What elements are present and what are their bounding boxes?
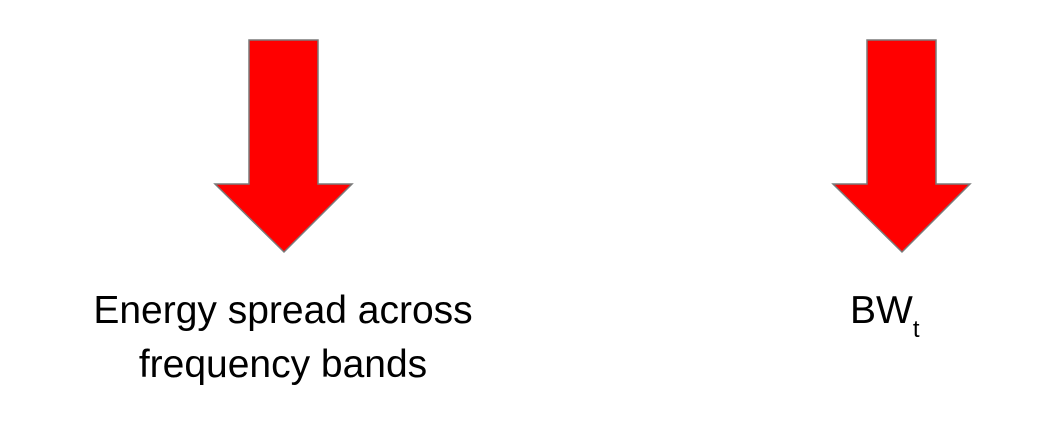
bandwidth-label: BWt bbox=[850, 284, 960, 343]
energy-spread-caption: Energy spread across frequency bands bbox=[83, 284, 483, 392]
right-arrow-shape bbox=[831, 39, 972, 254]
left-down-arrow-icon bbox=[213, 39, 354, 254]
left-arrow-shape bbox=[213, 39, 354, 254]
caption-line-2: frequency bands bbox=[138, 343, 428, 386]
right-down-arrow-icon bbox=[831, 39, 972, 254]
caption-line-1: Energy spread across bbox=[93, 289, 473, 332]
bandwidth-label-main: BW bbox=[850, 289, 913, 332]
bandwidth-label-subscript: t bbox=[912, 316, 920, 343]
